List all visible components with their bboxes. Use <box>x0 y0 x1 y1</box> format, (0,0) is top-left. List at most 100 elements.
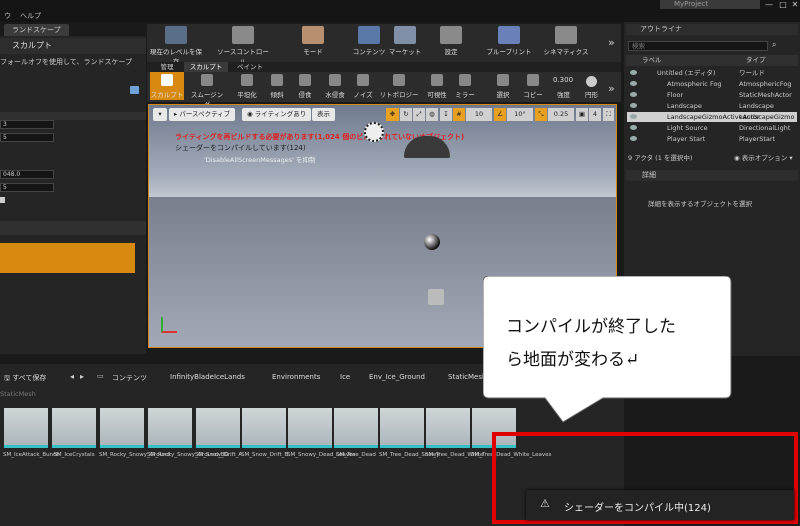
source-control-button[interactable]: ソースコントロール <box>214 26 272 66</box>
asset-thumbnail[interactable] <box>4 408 48 448</box>
tool-retopologize[interactable]: リトポロジー <box>376 72 422 100</box>
viewport-options-chevron-icon[interactable]: ▾ <box>153 108 167 121</box>
tool-mirror[interactable]: ミラー <box>450 72 480 100</box>
minimize-icon[interactable]: — <box>762 0 776 9</box>
eye-icon[interactable] <box>630 81 637 86</box>
blueprints-button[interactable]: ブループリント <box>480 26 538 60</box>
tab-manage[interactable]: 管理 <box>152 62 182 72</box>
more-tools-chevron-icon[interactable]: » <box>608 82 615 95</box>
scale-snap-icon[interactable]: ⤡ <box>535 108 547 121</box>
create-button[interactable] <box>0 243 135 273</box>
nav-forward-icon[interactable]: ▸ <box>80 372 84 381</box>
outliner-row[interactable]: Landscape Landscape <box>627 101 797 111</box>
view-options-button[interactable]: ◉ 表示オプション ▾ <box>734 152 793 162</box>
eye-icon[interactable] <box>630 103 637 108</box>
camera-speed-icon[interactable]: ▣ <box>576 108 588 121</box>
reflection-sphere-icon[interactable] <box>424 234 440 250</box>
breadcrumb-env-ice-ground[interactable]: Env_Ice_Ground <box>369 373 425 381</box>
rotation-snap-icon[interactable]: ∠ <box>494 108 506 121</box>
outliner-search-input[interactable]: 検索 <box>628 41 768 51</box>
breadcrumb-environments[interactable]: Environments <box>272 373 320 381</box>
breadcrumb-infinityblade[interactable]: InfinityBladeIceLands <box>170 373 245 381</box>
tool-erosion[interactable]: 侵食 <box>290 72 320 100</box>
cinematics-button[interactable]: シネマティクス <box>537 26 595 60</box>
asset-thumbnail[interactable] <box>426 408 470 448</box>
tool-field-2[interactable]: 5 <box>0 133 54 142</box>
eye-icon[interactable] <box>630 136 637 141</box>
camera-speed-value[interactable]: 4 <box>589 108 601 121</box>
asset-thumbnail[interactable] <box>100 408 144 448</box>
scale-icon[interactable]: ⤢ <box>413 108 425 121</box>
asset-thumbnail[interactable] <box>380 408 424 448</box>
menu-item-window[interactable]: ウ <box>4 11 11 21</box>
breadcrumb-staticmesh[interactable]: StaticMesh <box>448 373 486 381</box>
grid-snap-value[interactable]: 10 <box>466 108 492 121</box>
surface-snap-icon[interactable]: ↧ <box>440 108 452 121</box>
tool-field-3[interactable]: 048.0 <box>0 170 54 179</box>
eye-icon[interactable] <box>630 92 637 97</box>
tab-sculpt[interactable]: スカルプト <box>184 62 228 72</box>
asset-thumbnail[interactable] <box>52 408 96 448</box>
tool-field-4[interactable]: 5 <box>0 183 54 192</box>
tool-noise[interactable]: ノイズ <box>348 72 378 100</box>
outliner-row[interactable]: Floor StaticMeshActor <box>627 90 797 100</box>
tool-ramp[interactable]: 傾斜 <box>262 72 292 100</box>
asset-thumbnail[interactable] <box>148 408 192 448</box>
tool-hydro[interactable]: 水侵食 <box>318 72 352 100</box>
show-button[interactable]: 表示 <box>312 108 335 121</box>
tool-smooth[interactable]: スムージング <box>188 72 226 109</box>
close-icon[interactable]: ✕ <box>788 0 800 9</box>
modes-button[interactable]: モード <box>284 26 342 60</box>
directional-light-icon[interactable] <box>364 122 384 142</box>
outliner-row-selected[interactable]: LandscapeGizmoActiveActor LandscapeGizmo <box>627 112 797 122</box>
asset-thumbnail[interactable] <box>242 408 286 448</box>
maximize-viewport-icon[interactable]: ⛶ <box>603 108 614 121</box>
eye-icon[interactable] <box>630 125 637 130</box>
asset-thumbnail[interactable] <box>334 408 378 448</box>
outliner-title: アウトライナ <box>640 25 682 33</box>
eye-icon[interactable] <box>630 114 637 119</box>
save-all-button[interactable]: 🖫 すべて保存 <box>4 373 46 385</box>
perspective-button[interactable]: ▸ パースペクティブ <box>169 108 236 121</box>
tool-select[interactable]: 選択 <box>488 72 518 100</box>
menu-item-help[interactable]: ヘルプ <box>20 11 41 21</box>
world-icon[interactable]: ◍ <box>426 108 438 121</box>
lighting-button[interactable]: ◉ ライティングあり <box>242 108 312 121</box>
tool-sculpt[interactable]: スカルプト <box>150 72 184 100</box>
rotate-icon[interactable]: ↻ <box>400 108 412 121</box>
translate-icon[interactable]: ✥ <box>386 108 399 121</box>
tab-landscape[interactable]: ランドスケープ <box>4 24 69 36</box>
asset-thumbnail[interactable] <box>196 408 240 448</box>
brush-circle-icon[interactable] <box>586 76 597 87</box>
asset-thumbnail[interactable] <box>288 408 332 448</box>
checkbox[interactable] <box>0 197 5 203</box>
col-type[interactable]: タイプ <box>746 55 766 66</box>
eye-icon[interactable] <box>630 70 637 75</box>
tool-field-1[interactable]: 3 <box>0 120 54 129</box>
grid-snap-icon[interactable]: # <box>453 108 465 121</box>
rotation-snap-value[interactable]: 10° <box>507 108 533 121</box>
breadcrumb-ice[interactable]: Ice <box>340 373 350 381</box>
nav-back-icon[interactable]: ◂ <box>70 372 74 381</box>
tab-paint[interactable]: ペイント <box>232 62 268 72</box>
tool-visibility[interactable]: 可視性 <box>422 72 452 100</box>
more-chevron-icon[interactable]: » <box>608 36 615 49</box>
breadcrumb-content[interactable]: コンテンツ <box>112 373 147 383</box>
tool-retopologize-label: リトポロジー <box>379 91 419 99</box>
details-empty-message: 詳細を表示するオブジェクトを選択 <box>648 200 752 208</box>
settings-button[interactable]: 設定 <box>422 26 480 60</box>
scale-snap-value[interactable]: 0.25 <box>548 108 574 121</box>
search-icon[interactable]: ⌕ <box>772 40 776 50</box>
outliner-row[interactable]: Player Start PlayerStart <box>627 134 797 144</box>
asset-label: SM_Rocky_Snowy_Ground <box>99 452 171 458</box>
outliner-row[interactable]: Untitled (エディタ) ワールド <box>627 68 797 78</box>
col-label[interactable]: ラベル <box>642 55 662 66</box>
outliner-row[interactable]: Atmospheric Fog AtmosphericFog <box>627 79 797 89</box>
tool-copy[interactable]: コピー <box>518 72 548 100</box>
strength-value[interactable]: 0.300 <box>553 76 573 84</box>
player-start-icon[interactable] <box>428 289 444 305</box>
tool-flatten[interactable]: 平坦化 <box>232 72 262 100</box>
save-level-button[interactable]: 現在のレベルを保存 <box>147 26 205 66</box>
outliner-row[interactable]: Light Source DirectionalLight <box>627 123 797 133</box>
settings-icon[interactable] <box>130 86 139 94</box>
